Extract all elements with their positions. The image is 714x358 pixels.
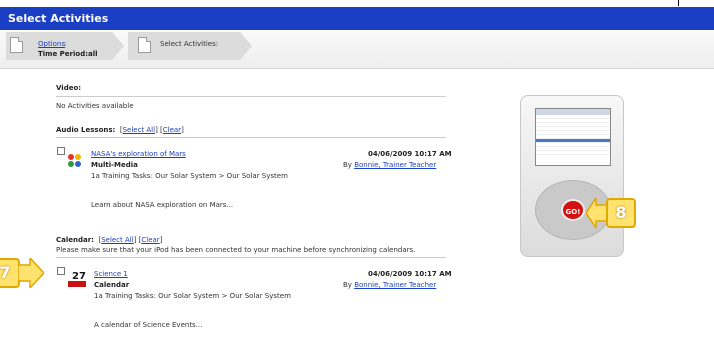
audio-item-description: Learn about NASA exploration on Mars... — [91, 201, 234, 209]
callout-8: 8 — [586, 198, 646, 228]
audio-item-author-link[interactable]: Bonnie, Trainer Teacher — [354, 161, 436, 169]
calendar-item-author-link[interactable]: Bonnie, Trainer Teacher — [354, 281, 436, 289]
calendar-item-byline: By Bonnie, Trainer Teacher — [343, 281, 437, 289]
audio-item-type: Multi-Media — [91, 161, 138, 169]
audio-lessons-header: Audio Lessons: [Select All] [Clear] — [56, 126, 184, 134]
video-heading: Video: — [56, 84, 82, 92]
divider — [56, 137, 446, 138]
audio-item-byline: By Bonnie, Trainer Teacher — [343, 161, 437, 169]
document-icon — [138, 37, 151, 53]
calendar-heading: Calendar: — [56, 236, 94, 244]
divider — [56, 257, 446, 258]
ipod-device: GO! — [520, 95, 624, 257]
audio-item-path: 1a Training Tasks: Our Solar System > Ou… — [91, 172, 288, 180]
breadcrumb-options-link[interactable]: Options — [38, 40, 65, 48]
audio-select-all-link[interactable]: Select All — [123, 126, 156, 134]
calendar-item-date: 04/06/2009 10:17 AM — [368, 270, 452, 278]
arrow-right-icon — [18, 258, 44, 288]
video-empty-message: No Activities available — [56, 102, 134, 110]
go-button[interactable]: GO! — [561, 199, 585, 221]
document-icon — [10, 37, 23, 53]
calendar-icon: 27 — [68, 271, 86, 287]
multimedia-icon — [68, 154, 82, 168]
arrow-left-icon — [586, 198, 608, 228]
calendar-item-checkbox[interactable] — [57, 267, 65, 275]
audio-item-title-link[interactable]: NASA's exploration of Mars — [91, 150, 186, 158]
audio-clear-link[interactable]: Clear — [163, 126, 181, 134]
audio-item-checkbox[interactable] — [57, 147, 65, 155]
calendar-item-description: A calendar of Science Events... — [94, 321, 203, 329]
breadcrumb-time-period: Time Period:all — [38, 50, 98, 58]
calendar-select-all-link[interactable]: Select All — [101, 236, 134, 244]
breadcrumb-options-colon: : — [64, 40, 67, 48]
ipod-screen — [535, 108, 611, 166]
top-edge-tick — [678, 0, 679, 6]
audio-item-date: 04/06/2009 10:17 AM — [368, 150, 452, 158]
breadcrumb: Options : Time Period:all Select Activit… — [0, 30, 714, 69]
top-edge — [0, 0, 714, 7]
divider — [56, 96, 446, 97]
calendar-clear-link[interactable]: Clear — [141, 236, 159, 244]
calendar-sync-note: Please make sure that your iPod has been… — [56, 246, 416, 254]
page-title: Select Activities — [0, 7, 714, 30]
audio-lessons-heading: Audio Lessons: — [56, 126, 116, 134]
breadcrumb-select-activities: Select Activities: — [160, 40, 219, 48]
calendar-item-path: 1a Training Tasks: Our Solar System > Ou… — [94, 292, 291, 300]
calendar-item-type: Calendar — [94, 281, 130, 289]
calendar-item-title-link[interactable]: Science 1 — [94, 270, 128, 278]
calendar-header: Calendar: [Select All] [Clear] — [56, 236, 163, 244]
callout-7: 7 — [0, 258, 50, 288]
